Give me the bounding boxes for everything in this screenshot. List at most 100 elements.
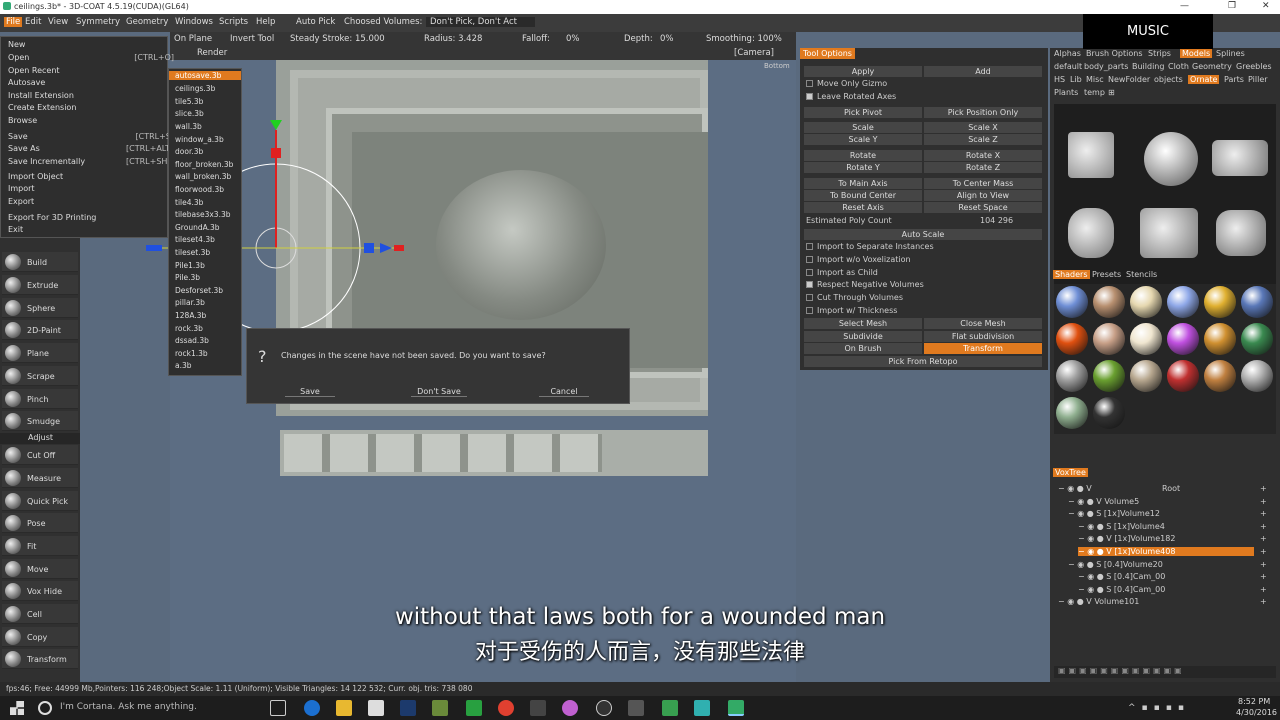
shader-ball[interactable] <box>1204 360 1236 392</box>
recent-file-item[interactable]: rock.3b <box>169 324 241 333</box>
visibility-eye-icon[interactable]: − ◉ ● <box>1078 522 1106 531</box>
to-center-mass-button[interactable]: To Center Mass <box>924 178 1042 189</box>
add-volume-icon[interactable]: + <box>1260 522 1267 531</box>
add-volume-icon[interactable]: + <box>1260 484 1267 493</box>
tool-2d-paint[interactable]: 2D-Paint <box>2 320 78 340</box>
tab-shaders[interactable]: Shaders <box>1053 270 1090 279</box>
subdivide-button[interactable]: Subdivide <box>804 331 922 342</box>
scale-x-button[interactable]: Scale X <box>924 122 1042 133</box>
pick-mode-dropdown[interactable]: Don't Pick, Don't Act <box>426 17 535 27</box>
subtab-objects[interactable]: objects <box>1154 75 1183 84</box>
recent-file-item[interactable]: Pile.3b <box>169 273 241 282</box>
recent-file-item[interactable]: wall.3b <box>169 122 241 131</box>
visibility-eye-icon[interactable]: − ◉ ● <box>1078 547 1106 556</box>
tool-vox-hide[interactable]: Vox Hide <box>2 581 78 601</box>
scale-button[interactable]: Scale <box>804 122 922 133</box>
tool-move[interactable]: Move <box>2 559 78 579</box>
voxtree-row[interactable]: − ◉ ● S [1x]Volume12 <box>1068 509 1160 518</box>
tool-scrape[interactable]: Scrape <box>2 366 78 386</box>
file-menu-item[interactable]: Browse▸ <box>8 116 174 125</box>
file-menu-item[interactable]: Install Extension <box>8 91 74 100</box>
recent-file-item[interactable]: 128A.3b <box>169 311 241 320</box>
recent-file-item[interactable]: tileset4.3b <box>169 235 241 244</box>
add-volume-icon[interactable]: + <box>1260 509 1267 518</box>
add-volume-icon[interactable]: + <box>1260 560 1267 569</box>
recent-file-item[interactable]: wall_broken.3b <box>169 172 241 181</box>
select-mesh-button[interactable]: Select Mesh <box>804 318 922 329</box>
tool-extrude[interactable]: Extrude <box>2 275 78 295</box>
tab-models[interactable]: Models <box>1180 49 1213 58</box>
recent-file-item[interactable]: GroundA.3b <box>169 223 241 232</box>
subtab-newfolder[interactable]: NewFolder <box>1108 75 1150 84</box>
voxtree-row[interactable]: − ◉ ● V [1x]Volume182 <box>1078 534 1175 543</box>
tool-options-tab[interactable]: Tool Options <box>800 48 855 59</box>
flat-subdivision-button[interactable]: Flat subdivision <box>924 331 1042 342</box>
voxtree-toolbar[interactable]: ▣▣▣▣▣▣▣▣▣▣▣▣ <box>1054 666 1276 678</box>
model-thumb-panel[interactable] <box>1212 140 1268 176</box>
file-menu-item[interactable]: Open [CTRL+O] <box>8 53 174 62</box>
app-icon-3[interactable] <box>466 700 482 716</box>
on-plane-toggle[interactable]: On Plane <box>174 34 212 44</box>
rotate-y-button[interactable]: Rotate Y <box>804 162 922 173</box>
unreal-icon[interactable] <box>596 700 612 716</box>
subtab-hs[interactable]: HS <box>1054 75 1065 84</box>
voxtree-row[interactable]: − ◉ ● V Volume5 <box>1068 497 1139 506</box>
app-icon-6[interactable] <box>662 700 678 716</box>
tab-stencils[interactable]: Stencils <box>1126 270 1157 279</box>
shader-ball[interactable] <box>1093 397 1125 429</box>
dont-save-button[interactable]: Don't Save <box>411 387 467 397</box>
shader-ball[interactable] <box>1093 286 1125 318</box>
close-mesh-button[interactable]: Close Mesh <box>924 318 1042 329</box>
recent-file-item[interactable]: autosave.3b <box>169 71 241 80</box>
store-icon[interactable] <box>368 700 384 716</box>
chrome-icon[interactable] <box>498 700 514 716</box>
app-icon-2[interactable] <box>432 700 448 716</box>
rotate-x-button[interactable]: Rotate X <box>924 150 1042 161</box>
task-view-icon[interactable] <box>270 700 286 716</box>
file-menu-item[interactable]: Import Object <box>8 172 63 181</box>
file-menu-item[interactable]: Autosave▸ <box>8 78 174 87</box>
import-separate-checkbox[interactable]: Import to Separate Instances <box>806 242 934 251</box>
photoshop-icon[interactable] <box>400 700 416 716</box>
file-menu-item[interactable]: Save [CTRL+S] <box>8 132 174 141</box>
tool-build[interactable]: Build <box>2 252 78 272</box>
shader-ball[interactable] <box>1241 323 1273 355</box>
tab-strips[interactable]: Strips <box>1148 49 1171 58</box>
recent-file-item[interactable]: window_a.3b <box>169 135 241 144</box>
visibility-eye-icon[interactable]: − ◉ ● <box>1068 509 1096 518</box>
rotate-button[interactable]: Rotate <box>804 150 922 161</box>
menu-file[interactable]: File <box>4 17 23 27</box>
shader-ball[interactable] <box>1056 323 1088 355</box>
file-menu-item[interactable]: New <box>8 40 25 49</box>
model-thumb-ornament[interactable] <box>1068 208 1114 258</box>
shader-ball[interactable] <box>1167 360 1199 392</box>
menu-view[interactable]: View <box>48 17 68 27</box>
subtab-cloth[interactable]: Cloth <box>1168 62 1189 71</box>
pick-position-dropdown[interactable]: Pick Position Only <box>924 107 1042 118</box>
tool-pinch[interactable]: Pinch <box>2 389 78 409</box>
file-menu-item[interactable]: Save As [CTRL+ALT+S] <box>8 144 185 153</box>
add-volume-icon[interactable]: + <box>1260 547 1267 556</box>
recent-file-item[interactable]: Desforset.3b <box>169 286 241 295</box>
align-to-view-button[interactable]: Align to View <box>924 190 1042 201</box>
shader-ball[interactable] <box>1167 286 1199 318</box>
recent-file-item[interactable]: floor_broken.3b <box>169 160 241 169</box>
save-button[interactable]: Save <box>285 387 335 397</box>
subtab-plants[interactable]: Plants <box>1054 88 1078 97</box>
app-icon-4[interactable] <box>562 700 578 716</box>
to-bound-center-button[interactable]: To Bound Center <box>804 190 922 201</box>
add-volume-icon[interactable]: + <box>1260 497 1267 506</box>
pick-from-retopo-button[interactable]: Pick From Retopo <box>804 356 1042 367</box>
leave-rotated-axes-checkbox[interactable]: Leave Rotated Axes <box>806 92 896 101</box>
file-menu-item[interactable]: Save Incrementally [CTRL+SHIFT+S] <box>8 157 194 166</box>
auto-scale-button[interactable]: Auto Scale <box>804 229 1042 240</box>
shader-ball[interactable] <box>1093 323 1125 355</box>
menu-symmetry[interactable]: Symmetry <box>76 17 120 27</box>
shader-ball[interactable] <box>1204 323 1236 355</box>
model-thumb-frame[interactable] <box>1068 132 1114 178</box>
subtab-misc[interactable]: Misc <box>1086 75 1104 84</box>
subtab-building[interactable]: Building <box>1132 62 1164 71</box>
pick-pivot-button[interactable]: Pick Pivot <box>804 107 922 118</box>
visibility-eye-icon[interactable]: − ◉ ● <box>1068 560 1096 569</box>
voxtree-row[interactable]: − ◉ ● V <box>1058 484 1092 493</box>
